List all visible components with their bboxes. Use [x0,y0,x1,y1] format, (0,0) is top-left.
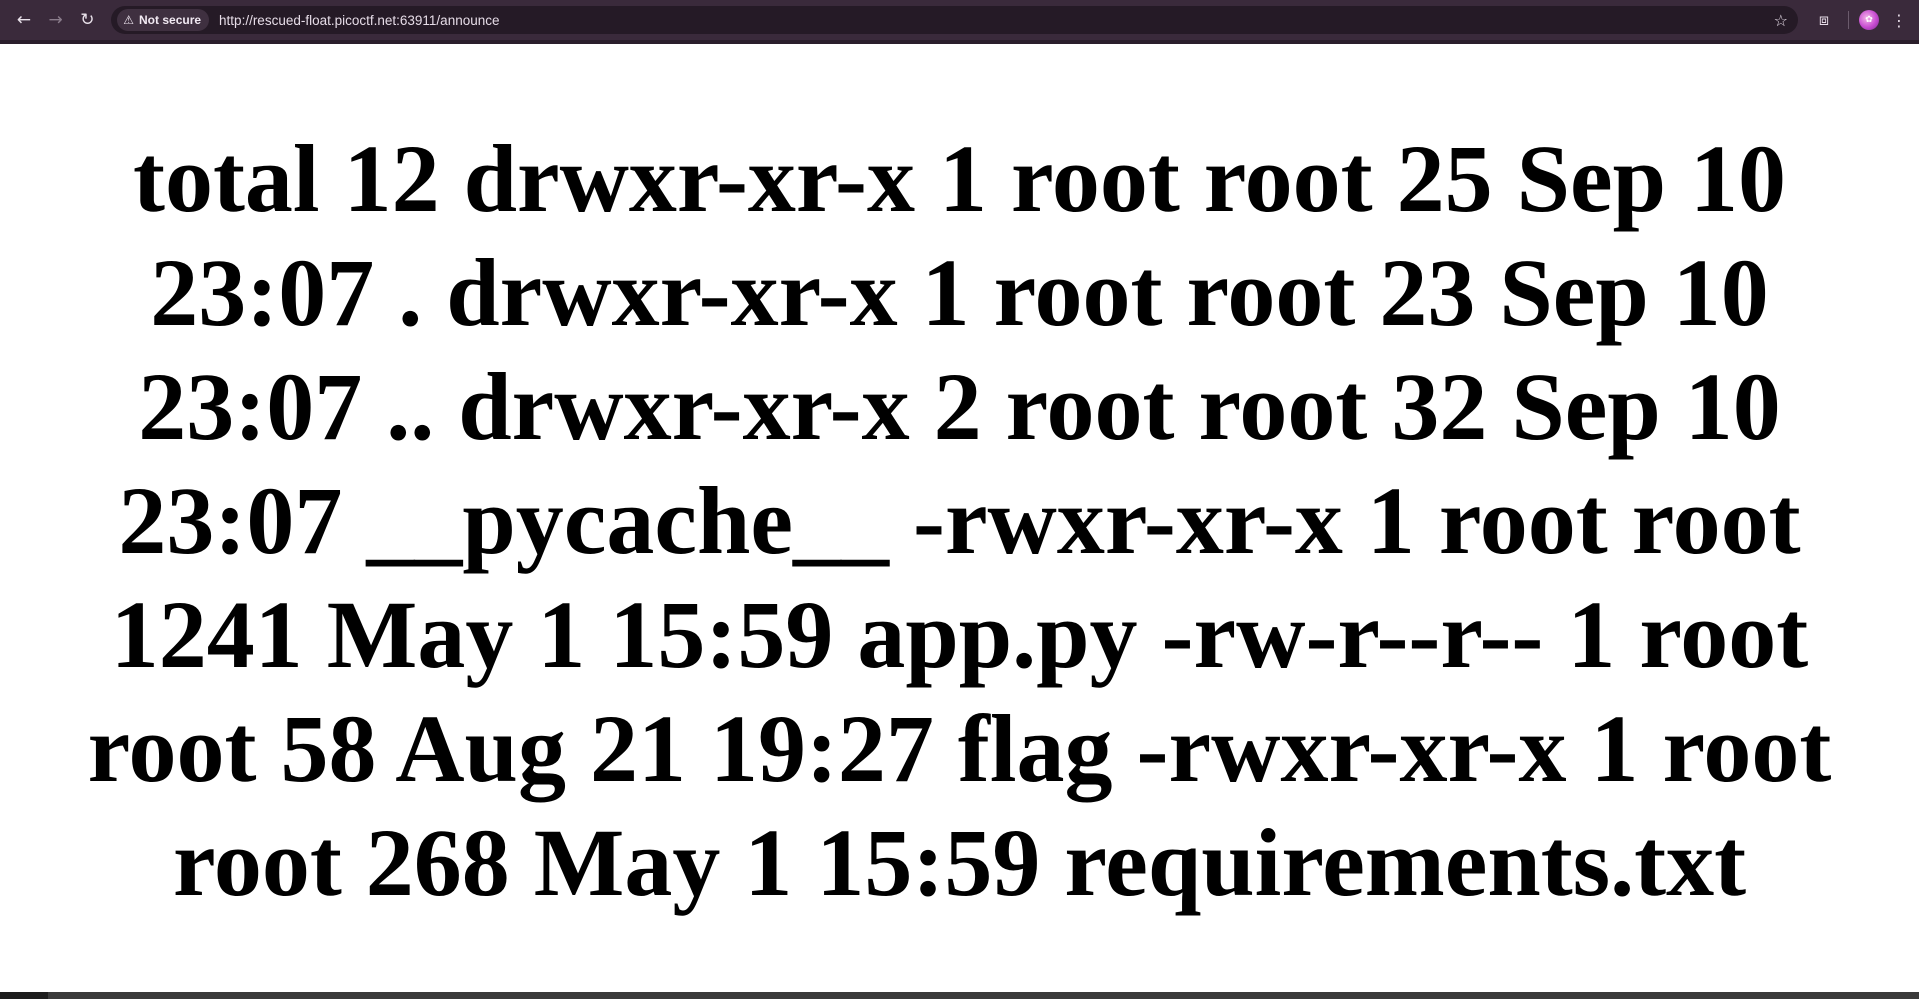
back-button[interactable]: ← [8,4,40,36]
arrow-left-icon: ← [16,10,31,30]
scrollbar-thumb[interactable] [48,992,1919,999]
security-indicator[interactable]: ⚠ Not secure [117,9,210,31]
reload-icon: ↻ [80,10,95,30]
forward-button[interactable]: → [40,4,72,36]
puzzle-icon[interactable]: ⧈ [1810,10,1838,30]
star-icon[interactable]: ☆ [1774,11,1788,30]
page-content: total 12 drwxr-xr-x 1 root root 25 Sep 1… [0,44,1919,992]
reload-button[interactable]: ↻ [72,4,104,36]
avatar-icon[interactable]: ✿ [1859,10,1879,30]
horizontal-scrollbar[interactable] [0,992,1919,999]
address-bar[interactable]: ⚠ Not secure http://rescued-float.picoct… [111,6,1798,34]
warning-triangle-icon: ⚠ [123,13,135,27]
security-label: Not secure [139,13,202,27]
announcement-heading: total 12 drwxr-xr-x 1 root root 25 Sep 1… [87,125,1832,916]
toolbar-actions: ⧈ ✿ ⋮ [1810,10,1911,30]
toolbar-divider [1848,11,1849,29]
browser-toolbar: ← → ↻ ⚠ Not secure http://rescued-float.… [0,0,1919,40]
kebab-menu-icon[interactable]: ⋮ [1887,11,1911,30]
arrow-right-icon: → [48,10,63,30]
url-text[interactable]: http://rescued-float.picoctf.net:63911/a… [219,13,499,28]
